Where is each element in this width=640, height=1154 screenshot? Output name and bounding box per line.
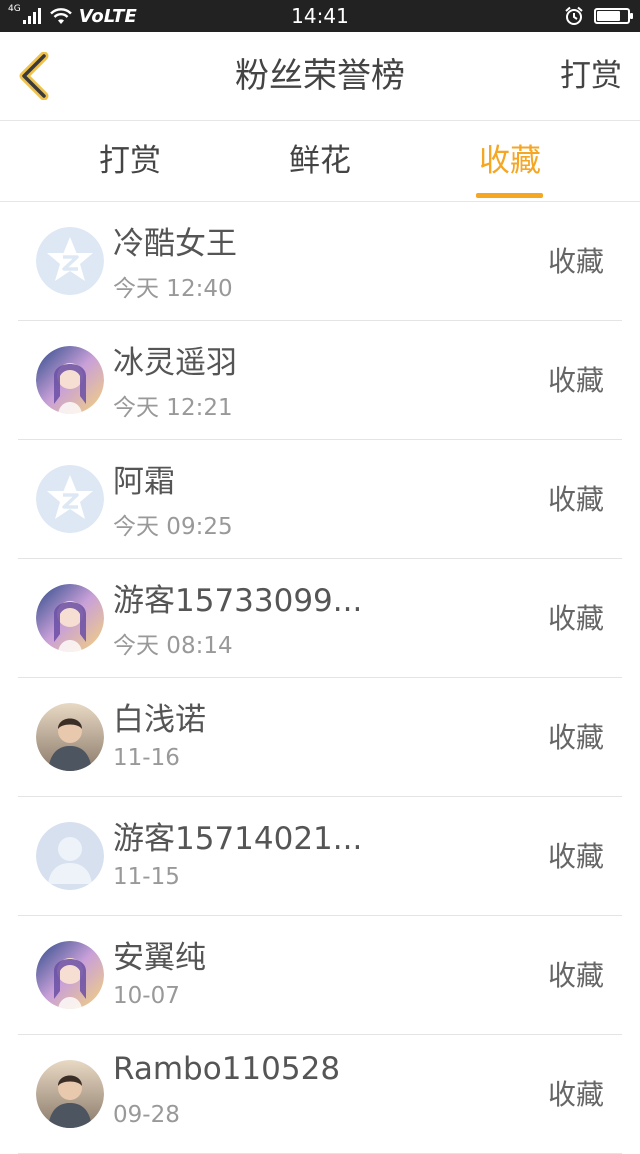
fan-time: 11-15 [113,864,180,890]
action-label: 收藏 [547,721,604,754]
avatar[interactable] [36,703,104,771]
fan-time: 10-07 [113,983,180,1009]
fan-name: 游客15733099... [113,583,363,619]
fan-name: 白浅诺 [113,702,206,738]
battery-icon [594,8,633,24]
avatar[interactable] [36,1060,104,1128]
reward-button[interactable]: 打赏 [560,32,622,120]
action-label: 收藏 [547,483,604,516]
fan-list-item[interactable]: 冰灵遥羽今天 12:21 收藏 [0,321,640,440]
action-label: 收藏 [547,602,604,635]
tab-bar: 打赏 鲜花 收藏 [0,121,640,202]
alarm-icon [565,6,583,25]
avatar[interactable] [36,941,104,1009]
fan-time: 09-28 [113,1102,180,1128]
fan-time: 11-16 [113,745,180,771]
action-label: 收藏 [547,1078,604,1111]
action-label: 收藏 [547,245,604,278]
status-bar: 4G VoLTE 14:41 [0,0,640,32]
avatar[interactable] [36,822,104,890]
fan-list-item[interactable]: 阿霜今天 09:25 收藏 [0,440,640,559]
action-label: 收藏 [547,840,604,873]
action-label: 收藏 [547,364,604,397]
fan-time: 今天 08:14 [113,633,233,659]
avatar[interactable] [36,346,104,414]
tab-reward[interactable]: 打赏 [60,121,200,201]
fan-time: 今天 09:25 [113,514,233,540]
fan-name: 冰灵遥羽 [113,345,237,381]
action-label: 收藏 [547,959,604,992]
fan-name: 冷酷女王 [113,226,237,262]
fan-list-item[interactable]: 游客15733099... 今天 08:14 收藏 [0,559,640,678]
status-time: 14:41 [291,4,349,28]
app-header: 粉丝荣誉榜 打赏 [0,32,640,121]
fan-name: 阿霜 [113,464,175,500]
fan-list-item[interactable]: 白浅诺 11-16 收藏 [0,678,640,797]
active-tab-indicator [476,193,543,198]
avatar[interactable] [36,465,104,533]
tab-favorites[interactable]: 收藏 [440,121,580,201]
fan-name: Rambo110528 [113,1051,341,1087]
avatar[interactable] [36,227,104,295]
fan-time: 今天 12:40 [113,276,233,302]
status-right [564,0,633,32]
fan-list: 冷酷女王今天 12:40 收藏 冰灵遥羽今天 12:21 收藏 阿霜今天 09:25… [0,202,640,1154]
battery-fill [597,11,620,21]
avatar[interactable] [36,584,104,652]
page-title: 粉丝荣誉榜 [235,56,405,96]
fan-name: 安翼纯 [113,940,206,976]
fan-list-item[interactable]: Rambo110528 09-28 收藏 [0,1035,640,1154]
tab-flowers[interactable]: 鲜花 [250,121,390,201]
fan-list-item[interactable]: 冷酷女王今天 12:40 收藏 [0,202,640,321]
fan-name: 游客15714021... [113,821,363,857]
fan-list-item[interactable]: 游客15714021... 11-15 收藏 [0,797,640,916]
fan-time: 今天 12:21 [113,395,233,421]
fan-list-item[interactable]: 安翼纯 10-07 收藏 [0,916,640,1035]
